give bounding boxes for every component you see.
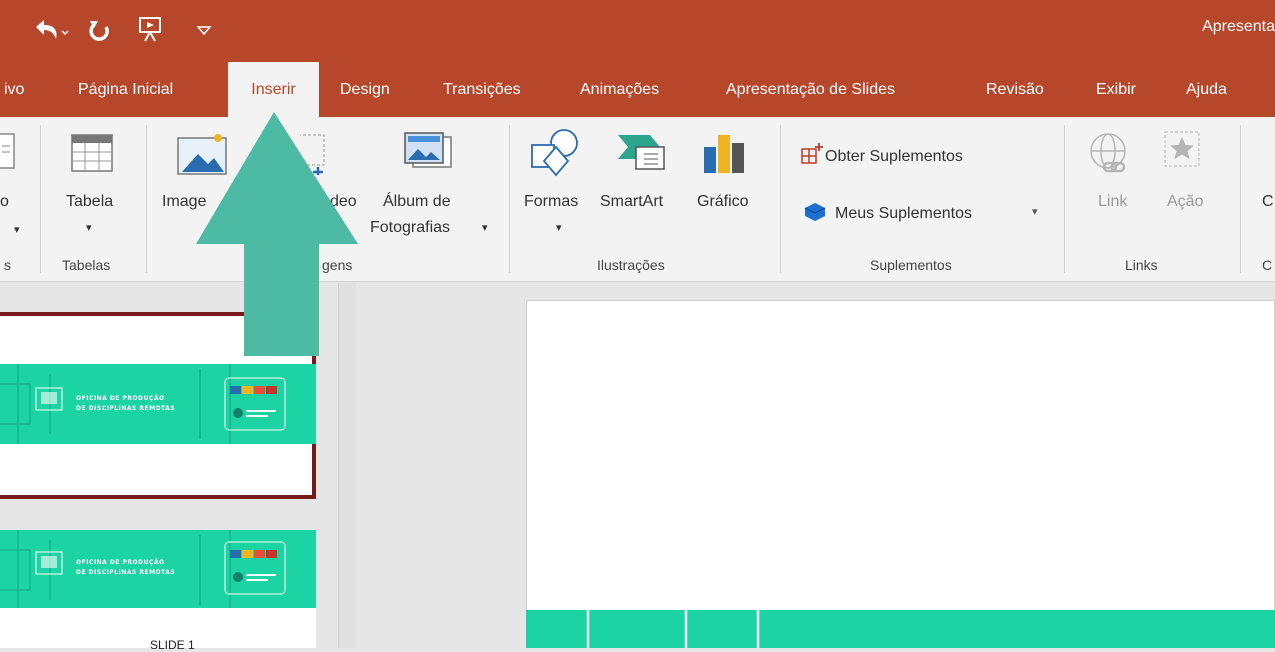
link-button: Link	[1098, 193, 1128, 210]
table-icon[interactable]	[70, 133, 114, 177]
slide-canvas[interactable]	[526, 300, 1275, 648]
redo-icon[interactable]	[88, 10, 112, 50]
formas-dropdown-icon[interactable]: ▾	[556, 221, 562, 234]
grafico-button[interactable]: Gráfico	[697, 193, 749, 211]
tab-transicoes[interactable]: Transições	[443, 62, 521, 117]
separator	[40, 125, 41, 273]
formas-button[interactable]: Formas	[524, 193, 578, 211]
photo-album-icon[interactable]	[403, 131, 455, 179]
thumbnail-banner: OFICINA DE PRODUÇÃO DE DISCIPLINAS REMOT…	[0, 364, 316, 444]
tab-arquivo[interactable]: ivo	[0, 62, 50, 117]
acao-button: Ação	[1167, 193, 1204, 210]
thumbnail-slide-label: SLIDE 1	[150, 638, 195, 652]
album-label-line2[interactable]: Fotografias	[370, 219, 450, 237]
separator	[780, 125, 781, 273]
panel-splitter[interactable]	[338, 283, 356, 648]
group-imagens-label: gens	[322, 257, 353, 273]
chart-icon[interactable]	[700, 129, 748, 179]
meus-suplementos-button[interactable]: Meus Suplementos	[835, 205, 972, 223]
picture-icon[interactable]	[176, 132, 232, 180]
action-icon	[1162, 129, 1202, 173]
video-icon[interactable]	[297, 131, 330, 179]
slide-thumbnail-1[interactable]: OFICINA DE PRODUÇÃO DE DISCIPLINAS REMOT…	[0, 312, 316, 499]
separator	[1064, 125, 1065, 273]
slide-banner	[526, 610, 1275, 648]
tabela-button[interactable]: Tabela	[66, 193, 113, 211]
undo-icon[interactable]	[30, 10, 70, 50]
novo-slide-label[interactable]: o	[0, 193, 9, 211]
tabela-dropdown-icon[interactable]: ▾	[86, 221, 92, 234]
thumbnail-title-line2: DE DISCIPLINAS REMOTAS	[76, 405, 176, 412]
thumbnail-title-line1: OFICINA DE PRODUÇÃO	[76, 395, 165, 402]
tab-exibir[interactable]: Exibir	[1096, 62, 1136, 117]
tab-design[interactable]: Design	[340, 62, 390, 117]
album-label-line1[interactable]: Álbum de	[383, 193, 451, 211]
group-suplementos-label: Suplementos	[870, 257, 952, 273]
my-addins-icon[interactable]	[803, 201, 827, 227]
tab-pagina-inicial[interactable]: Página Inicial	[78, 62, 173, 117]
ribbon: o ▾ s Tabela ▾ Tabelas Image deo Álbum d…	[0, 117, 1275, 282]
meus-suplementos-dropdown-icon[interactable]: ▾	[1032, 205, 1038, 218]
thumbnail-title-line2: DE DISCIPLINAS REMOTAS	[76, 569, 176, 576]
tab-revisao[interactable]: Revisão	[986, 62, 1044, 117]
thumbnail-title-line1: OFICINA DE PRODUÇÃO	[76, 559, 165, 566]
novo-slide-dropdown-icon[interactable]: ▾	[14, 223, 20, 236]
link-icon	[1088, 131, 1132, 181]
shapes-icon[interactable]	[528, 127, 584, 181]
group-tabelas-label: Tabelas	[62, 257, 111, 273]
separator	[146, 125, 147, 273]
slide-thumbnail-2[interactable]: OFICINA DE PRODUÇÃO DE DISCIPLINAS REMOT…	[0, 530, 316, 648]
get-addins-icon[interactable]	[800, 141, 824, 171]
new-slide-icon[interactable]	[0, 132, 18, 176]
album-dropdown-icon[interactable]: ▾	[482, 221, 488, 234]
smartart-icon[interactable]	[614, 131, 668, 177]
group-slides-label: s	[4, 257, 11, 273]
obter-suplementos-button[interactable]: Obter Suplementos	[825, 148, 963, 166]
ribbon-tabs: ivo Página Inicial Inserir Design Transi…	[0, 62, 1275, 117]
comentario-button[interactable]: C	[1262, 193, 1274, 211]
customize-qat-icon[interactable]	[195, 10, 213, 50]
group-links-label: Links	[1125, 257, 1158, 273]
separator	[509, 125, 510, 273]
title-bar: Apresenta	[0, 0, 1275, 62]
video-button[interactable]: deo	[330, 193, 357, 211]
tab-ajuda[interactable]: Ajuda	[1186, 62, 1227, 117]
document-title: Apresenta	[1202, 18, 1275, 35]
tab-inserir[interactable]: Inserir	[228, 62, 319, 117]
tab-apresentacao-de-slides[interactable]: Apresentação de Slides	[726, 62, 895, 117]
thumbnail-banner: OFICINA DE PRODUÇÃO DE DISCIPLINAS REMOT…	[0, 530, 316, 608]
smartart-button[interactable]: SmartArt	[600, 193, 663, 211]
tab-animacoes[interactable]: Animações	[580, 62, 659, 117]
group-comentarios-label: C	[1262, 257, 1273, 273]
group-ilustracoes-label: Ilustrações	[597, 257, 665, 273]
imagens-button[interactable]: Image	[162, 193, 206, 211]
start-presentation-icon[interactable]	[136, 10, 166, 50]
separator	[1240, 125, 1241, 273]
